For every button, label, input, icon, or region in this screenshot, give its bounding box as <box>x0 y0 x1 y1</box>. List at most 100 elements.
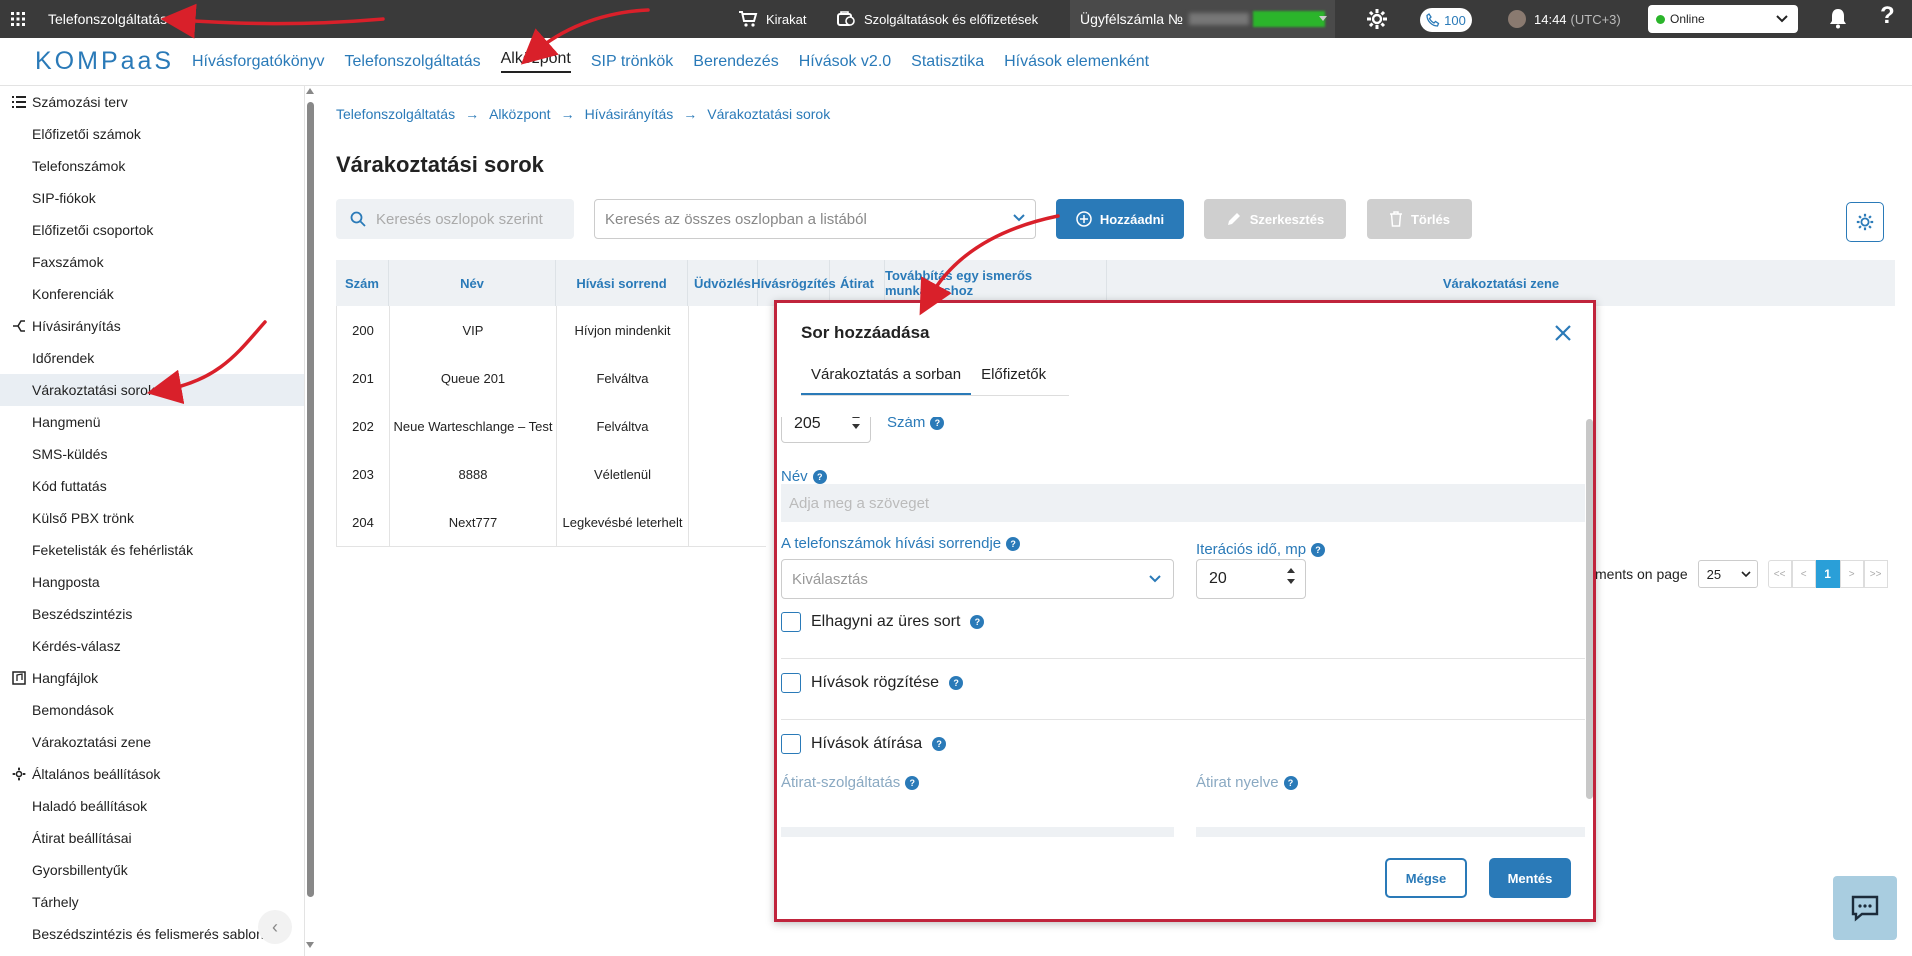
add-button[interactable]: Hozzáadni <box>1056 199 1184 239</box>
step-up-icon[interactable] <box>852 417 860 418</box>
scroll-down-icon[interactable] <box>306 942 314 948</box>
sidebar-item[interactable]: Gyorsbillentyűk <box>0 854 304 886</box>
nav-link-5[interactable]: Berendezés <box>683 38 788 86</box>
sidebar-item[interactable]: Hangmenü <box>0 406 304 438</box>
sidebar-item[interactable]: Konferenciák <box>0 278 304 310</box>
nav-link-8[interactable]: Hívások elemenként <box>994 38 1159 86</box>
first-page-button[interactable]: << <box>1767 560 1792 588</box>
iteration-stepper[interactable] <box>1287 568 1295 584</box>
nav-link-1[interactable]: Hívásforgatókönyv <box>182 38 335 86</box>
sidebar-item[interactable]: Telefonszámok <box>0 150 304 182</box>
number-stepper[interactable] <box>852 417 860 429</box>
nav-link-4[interactable]: SIP trönkök <box>581 38 683 86</box>
column-header[interactable]: Üdvözlés <box>688 260 758 306</box>
sidebar-item[interactable]: Feketelisták és fehérlisták <box>0 534 304 566</box>
dialog-scrollbar[interactable] <box>1586 419 1593 799</box>
help-icon[interactable]: ? <box>905 775 920 790</box>
nav-link-6[interactable]: Hívások v2.0 <box>789 38 901 86</box>
services-link[interactable]: Szolgáltatások és előfizetések <box>836 0 1038 38</box>
step-down-icon[interactable] <box>852 424 860 429</box>
sidebar-section-4[interactable]: Általános beállítások <box>0 758 304 790</box>
breadcrumb-item[interactable]: Alközpont <box>489 106 550 122</box>
record-checkbox[interactable] <box>781 673 801 693</box>
scroll-up-icon[interactable] <box>306 88 314 94</box>
column-header[interactable]: Hívási sorrend <box>556 260 688 306</box>
transcript-lang-select[interactable] <box>1196 827 1585 837</box>
help-icon[interactable]: ? <box>949 676 964 690</box>
presence-status-select[interactable]: Online <box>1648 5 1798 33</box>
account-selector[interactable]: Ügyfélszámla № <box>1070 0 1335 38</box>
help-icon[interactable]: ? <box>930 417 945 430</box>
help-icon[interactable]: ? <box>1880 2 1895 30</box>
sidebar-item[interactable]: Faxszámok <box>0 246 304 278</box>
next-page-button[interactable]: > <box>1839 560 1864 588</box>
transcribe-checkbox[interactable] <box>781 734 801 754</box>
sidebar-item[interactable]: Tárhely <box>0 886 304 918</box>
page-1-button[interactable]: 1 <box>1815 560 1840 588</box>
sidebar-section-2[interactable]: Hívásirányítás <box>0 310 304 342</box>
sidebar-item[interactable]: Kérdés-válasz <box>0 630 304 662</box>
help-icon[interactable]: ? <box>812 469 827 484</box>
tab-subscribers[interactable]: Előfizetők <box>971 360 1056 395</box>
help-icon[interactable]: ? <box>1311 542 1326 557</box>
apps-grid-icon[interactable] <box>0 0 36 38</box>
chat-button[interactable] <box>1833 876 1897 940</box>
prev-page-button[interactable]: < <box>1791 560 1816 588</box>
sidebar-item[interactable]: Előfizetői számok <box>0 118 304 150</box>
nav-link-3[interactable]: Alközpont <box>491 38 581 86</box>
column-header[interactable]: Név <box>389 260 556 306</box>
nav-link-7[interactable]: Statisztika <box>901 38 994 86</box>
shop-link[interactable]: Kirakat <box>738 0 806 38</box>
logo[interactable]: KOMPaaS <box>35 47 182 76</box>
order-select[interactable]: Kiválasztás <box>781 559 1174 599</box>
global-search-select[interactable]: Keresés az összes oszlopban a listából <box>594 199 1036 239</box>
name-input[interactable]: Adja meg a szöveget <box>781 484 1585 522</box>
iteration-input[interactable]: 20 <box>1196 559 1306 599</box>
sidebar-item[interactable]: Előfizetői csoportok <box>0 214 304 246</box>
table-row[interactable]: 201 Queue 201 Felváltva <box>337 354 766 402</box>
column-header[interactable]: Szám <box>336 260 389 306</box>
settings-gear-icon[interactable] <box>1366 8 1388 30</box>
sidebar-section-1[interactable]: Számozási terv <box>0 86 304 118</box>
breadcrumb-item[interactable]: Hívásirányítás <box>585 106 674 122</box>
sidebar-item[interactable]: Külső PBX trönk <box>0 502 304 534</box>
table-row[interactable]: 203 8888 Véletlenül <box>337 450 766 498</box>
user-clock[interactable]: 14:44 (UTC+3) <box>1508 0 1621 38</box>
tab-queue[interactable]: Várakoztatás a sorban <box>801 360 972 395</box>
sidebar-item[interactable]: SMS-küldés <box>0 438 304 470</box>
table-row[interactable]: 204 Next777 Legkevésbé leterhelt <box>337 498 766 546</box>
step-down-icon[interactable] <box>1287 579 1295 584</box>
sidebar-item[interactable]: SIP-fiókok <box>0 182 304 214</box>
number-input[interactable]: 205 <box>781 417 871 443</box>
nav-link-2[interactable]: Telefonszolgáltatás <box>335 38 491 86</box>
sidebar-item[interactable]: Átirat beállításai <box>0 822 304 854</box>
table-row[interactable]: 202 Neue Warteschlange – Test Felváltva <box>337 402 766 450</box>
help-icon[interactable]: ? <box>970 615 985 629</box>
step-up-icon[interactable] <box>1287 568 1295 573</box>
bell-icon[interactable] <box>1828 7 1848 29</box>
sidebar-scrollbar[interactable] <box>307 102 314 897</box>
sidebar-item[interactable]: Bemondások <box>0 694 304 726</box>
sidebar-item[interactable]: Haladó beállítások <box>0 790 304 822</box>
sidebar-section-3[interactable]: Hangfájlok <box>0 662 304 694</box>
help-icon[interactable]: ? <box>932 737 947 751</box>
table-row[interactable]: 200 VIP Hívjon mindenkit <box>337 306 766 354</box>
table-settings-button[interactable] <box>1846 202 1884 242</box>
save-button[interactable]: Mentés <box>1489 858 1571 898</box>
sidebar-item[interactable]: Időrendek <box>0 342 304 374</box>
collapse-sidebar-button[interactable]: ‹ <box>258 910 292 944</box>
sidebar-item[interactable]: Kód futtatás <box>0 470 304 502</box>
column-search-input[interactable]: Keresés oszlopok szerint <box>336 199 574 239</box>
cancel-button[interactable]: Mégse <box>1385 858 1467 898</box>
delete-button[interactable]: Törlés <box>1367 199 1472 239</box>
sidebar-item[interactable]: Beszédszintézis <box>0 598 304 630</box>
last-page-button[interactable]: >> <box>1863 560 1888 588</box>
sidebar-item[interactable]: Várakoztatási zene <box>0 726 304 758</box>
sidebar-item[interactable]: Várakoztatási sorok <box>0 374 304 406</box>
sidebar-item[interactable]: Hangposta <box>0 566 304 598</box>
breadcrumb-item[interactable]: Telefonszolgáltatás <box>336 106 455 122</box>
help-icon[interactable]: ? <box>1283 775 1298 790</box>
skip-empty-checkbox[interactable] <box>781 612 801 632</box>
edit-button[interactable]: Szerkesztés <box>1204 199 1346 239</box>
transcript-service-select[interactable] <box>781 827 1174 837</box>
